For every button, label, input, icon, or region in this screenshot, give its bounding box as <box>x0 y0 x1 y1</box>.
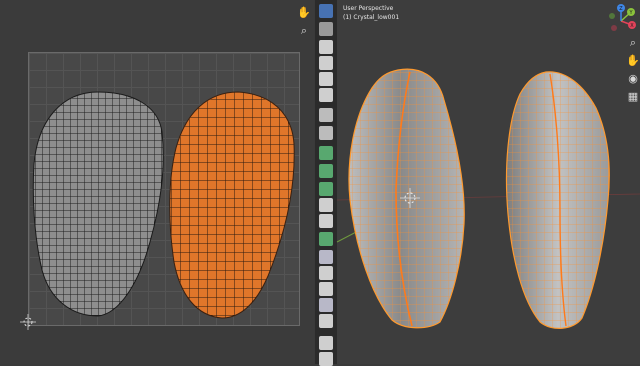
crystal-mesh-right <box>505 71 610 329</box>
viewport-meshes <box>336 68 640 329</box>
zoom-icon[interactable]: ⌕ <box>626 36 640 50</box>
crystal-mesh-left <box>348 68 465 329</box>
hand-icon[interactable]: ✋ <box>626 54 640 68</box>
camera-icon[interactable]: ◉ <box>626 72 640 86</box>
gizmo-label-z: Z <box>619 6 623 12</box>
view-name: User Perspective <box>343 5 394 12</box>
object-name: (1) Crystal_low001 <box>343 14 400 21</box>
viewport-navigation: ⌕ ✋ ◉ ▦ <box>626 36 640 108</box>
grid-icon[interactable]: ▦ <box>626 90 640 104</box>
navigation-gizmo[interactable]: X Y Z <box>604 4 638 38</box>
gizmo-label-x: X <box>630 23 634 29</box>
viewport-info: User Perspective (1) Crystal_low001 <box>343 4 399 22</box>
